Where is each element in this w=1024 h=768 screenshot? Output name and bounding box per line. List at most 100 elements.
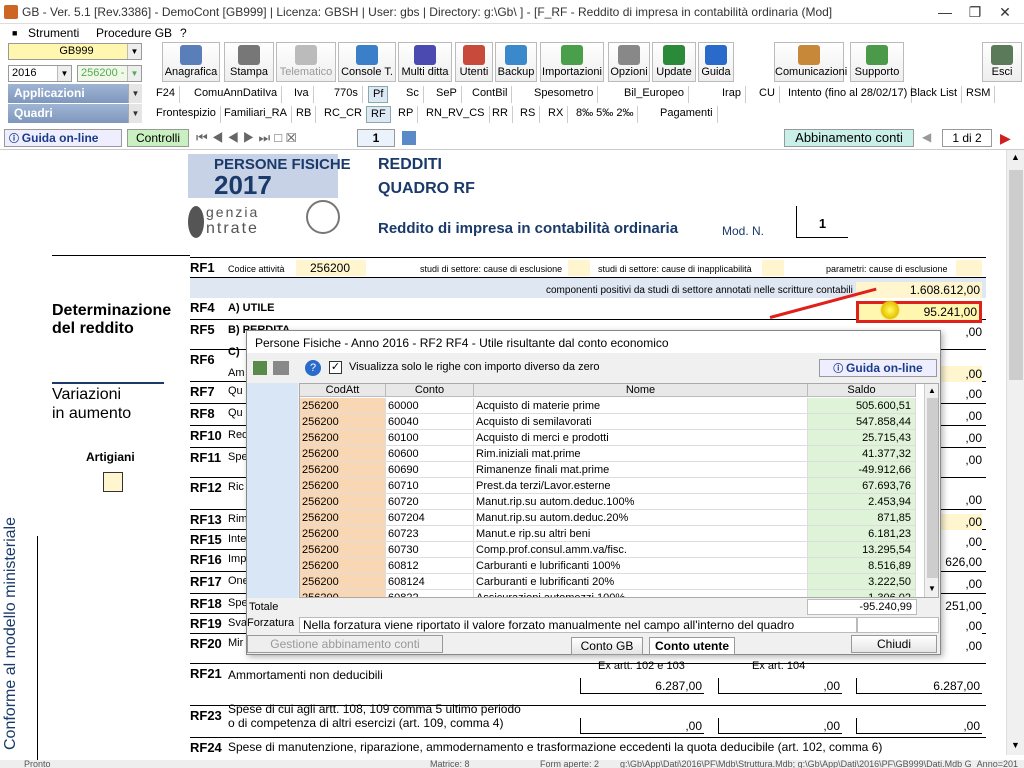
- tab-rs[interactable]: RS: [516, 106, 541, 123]
- right-value-field[interactable]: 251,00: [941, 598, 982, 614]
- table-row[interactable]: 256200 607204 Manut.rip.su autom.deduc.20%…: [300, 510, 938, 526]
- scroll-down-icon[interactable]: ▼: [1011, 740, 1020, 750]
- stampa-button[interactable]: Stampa: [224, 42, 274, 82]
- table-row[interactable]: 256200 60100 Acquisto di merci e prodotti 2…: [300, 430, 938, 446]
- rf23-field-2[interactable]: ,00: [718, 718, 842, 734]
- table-row[interactable]: 256200 60822 Assicurazioni automezzi 100% 1…: [300, 590, 938, 597]
- right-value-field[interactable]: ,00: [941, 638, 982, 654]
- right-value-field[interactable]: ,00: [941, 386, 982, 402]
- col-saldo[interactable]: Saldo: [808, 384, 916, 397]
- show-nonzero-checkbox[interactable]: ✓: [329, 361, 342, 374]
- tab-sep[interactable]: SeP: [432, 86, 462, 103]
- rf1-codice-field[interactable]: 256200: [296, 260, 366, 276]
- table-row[interactable]: 256200 60600 Rim.iniziali mat.prime 41.377,…: [300, 446, 938, 462]
- tab-rp[interactable]: RP: [394, 106, 419, 123]
- tab-cu[interactable]: CU: [755, 86, 780, 103]
- mod-number[interactable]: 1: [796, 206, 848, 238]
- col-nome[interactable]: Nome: [474, 384, 808, 397]
- tab-f24[interactable]: F24: [152, 86, 180, 103]
- prev-page-icon[interactable]: ◀: [922, 130, 931, 144]
- rf21-field-1[interactable]: 6.287,00: [580, 678, 704, 694]
- rf21-field-3[interactable]: 6.287,00: [856, 678, 982, 694]
- scroll-up-icon[interactable]: ▲: [1011, 152, 1020, 162]
- right-value-field[interactable]: ,00: [941, 576, 982, 592]
- conto-utente-button[interactable]: Conto utente: [649, 637, 735, 655]
- guida-button[interactable]: Guida: [698, 42, 734, 82]
- importazioni-button[interactable]: Importazioni: [540, 42, 604, 82]
- console-t-button[interactable]: Console T.: [338, 42, 396, 82]
- tab-iva[interactable]: Iva: [290, 86, 314, 103]
- rf1-inapplicabilita-field[interactable]: [762, 260, 784, 276]
- scroll-down-icon[interactable]: ▼: [928, 584, 936, 593]
- tab-pagamenti[interactable]: Pagamenti: [656, 106, 718, 123]
- table-row[interactable]: 256200 60720 Manut.rip.su autom.deduc.100%…: [300, 494, 938, 510]
- right-value-field[interactable]: ,00: [941, 534, 982, 550]
- guida-online-button[interactable]: ⓘ Guida on-line: [4, 129, 122, 147]
- tab-rn-rv-cs[interactable]: RN_RV_CS: [422, 106, 490, 123]
- scroll-up-icon[interactable]: ▲: [928, 386, 936, 395]
- tab-black-list[interactable]: Black List: [906, 86, 963, 103]
- help-icon[interactable]: ?: [305, 360, 321, 376]
- conto-gb-button[interactable]: Conto GB: [571, 637, 643, 655]
- grid-scrollbar-thumb[interactable]: [927, 398, 938, 578]
- right-value-field[interactable]: ,00: [941, 492, 982, 508]
- tab-irap[interactable]: Irap: [718, 86, 746, 103]
- restore-button[interactable]: ❐: [960, 2, 990, 22]
- tab-rf[interactable]: RF: [366, 106, 391, 123]
- tab-comuanndatiiva[interactable]: ComuAnnDatiIva: [190, 86, 283, 103]
- table-row[interactable]: 256200 60723 Manut.e rip.su altri beni 6.18…: [300, 526, 938, 542]
- rf1-esclusione-field[interactable]: [568, 260, 590, 276]
- record-navigation-icons[interactable]: ⏮◀◀▶⏭□☒: [196, 130, 300, 146]
- right-value-field[interactable]: ,00: [941, 366, 982, 382]
- tab-sc[interactable]: Sc: [402, 86, 424, 103]
- year-combo[interactable]: 2016 ▼: [8, 65, 72, 82]
- gestione-abbinamento-button[interactable]: Gestione abbinamento conti: [247, 635, 443, 653]
- telematico-button[interactable]: Telematico: [276, 42, 336, 82]
- tab-rsm[interactable]: RSM: [962, 86, 996, 103]
- tab-rx[interactable]: RX: [544, 106, 569, 123]
- tab-770s[interactable]: 770s: [330, 86, 363, 103]
- tab-frontespizio[interactable]: Frontespizio: [152, 106, 221, 123]
- table-row[interactable]: 256200 60040 Acquisto di semilavorati 547.8…: [300, 414, 938, 430]
- menu-strumenti[interactable]: Strumenti: [28, 26, 79, 40]
- opzioni-button[interactable]: Opzioni: [608, 42, 650, 82]
- abbinamento-conti-button[interactable]: Abbinamento conti: [784, 129, 914, 147]
- rf21-field-2[interactable]: ,00: [718, 678, 842, 694]
- dialog-guida-button[interactable]: ⓘ Guida on-line: [819, 359, 937, 377]
- anagrafica-button[interactable]: Anagrafica: [162, 42, 220, 82]
- supporto-button[interactable]: Supporto: [850, 42, 904, 82]
- backup-button[interactable]: Backup: [495, 42, 537, 82]
- rf23-field-3[interactable]: ,00: [856, 718, 982, 734]
- printer-icon[interactable]: [273, 361, 289, 375]
- applications-selector[interactable]: Applicazioni ▼: [8, 84, 142, 103]
- col-conto[interactable]: Conto: [386, 384, 474, 397]
- right-value-field[interactable]: ,00: [941, 514, 982, 530]
- comunicazioni-button[interactable]: Comunicazioni: [774, 42, 847, 82]
- tab-rc-cr[interactable]: RC_CR: [320, 106, 367, 123]
- tab-bil-europeo[interactable]: Bil_Europeo: [620, 86, 689, 103]
- right-value-field[interactable]: ,00: [941, 618, 982, 634]
- scrollbar-thumb[interactable]: [1009, 170, 1023, 380]
- rf1-parametri-field[interactable]: [956, 260, 982, 276]
- right-value-field[interactable]: ,00: [941, 408, 982, 424]
- artigiani-checkbox[interactable]: [103, 472, 123, 492]
- multi-ditta-button[interactable]: Multi ditta: [398, 42, 452, 82]
- page-number-field[interactable]: 1: [357, 129, 395, 147]
- right-value-field[interactable]: ,00: [941, 324, 982, 340]
- col-codatt[interactable]: CodAtt: [300, 384, 386, 397]
- tab-intento-fino-al-28-02-17[interactable]: Intento (fino al 28/02/17): [784, 86, 913, 103]
- tab-rr[interactable]: RR: [488, 106, 513, 123]
- tab-spesometro[interactable]: Spesometro: [530, 86, 599, 103]
- chiudi-button[interactable]: Chiudi: [851, 635, 937, 653]
- update-button[interactable]: Update: [652, 42, 696, 82]
- table-row[interactable]: 256200 60690 Rimanenze finali mat.prime -49…: [300, 462, 938, 478]
- table-row[interactable]: 256200 60812 Carburanti e lubrificanti 100…: [300, 558, 938, 574]
- tab-pf[interactable]: Pf: [368, 86, 389, 103]
- company-combo[interactable]: GB999 ▼: [8, 43, 142, 60]
- grid-scrollbar[interactable]: ▲ ▼: [924, 384, 938, 597]
- search-icon[interactable]: [402, 131, 416, 145]
- menu-procedure-gb[interactable]: Procedure GB: [96, 26, 172, 40]
- menu-help[interactable]: ?: [180, 26, 187, 40]
- right-value-field[interactable]: ,00: [941, 452, 982, 468]
- tab-contbil[interactable]: ContBil: [468, 86, 513, 103]
